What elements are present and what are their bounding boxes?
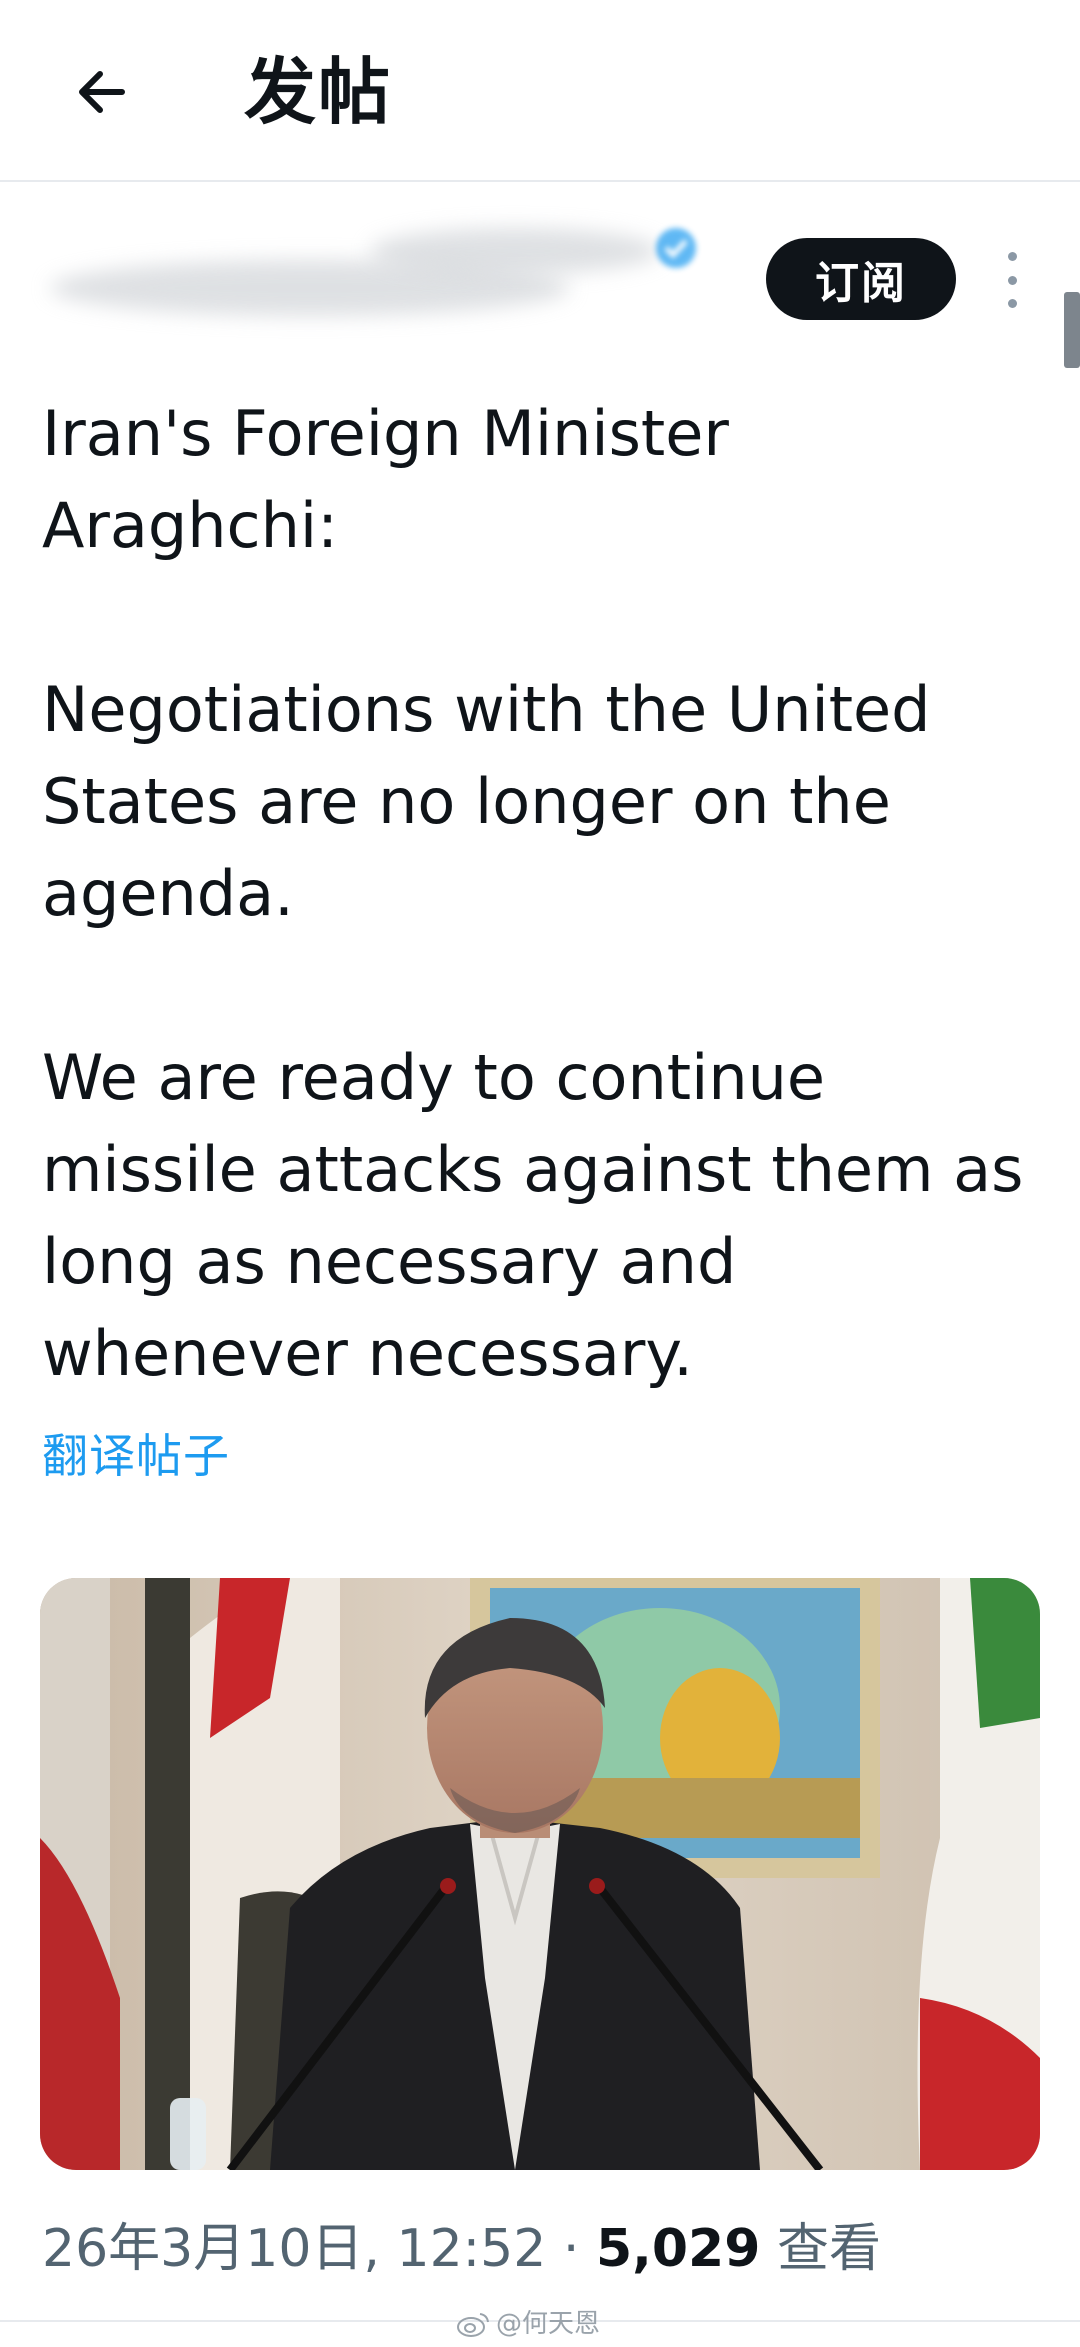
more-options-button[interactable] bbox=[988, 248, 1036, 312]
translate-post-link[interactable]: 翻译帖子 bbox=[42, 1424, 230, 1488]
more-dot bbox=[1007, 299, 1017, 308]
meta-separator: · bbox=[562, 2219, 580, 2279]
weibo-icon bbox=[457, 2313, 489, 2337]
post-meta: 26年3月10日, 12:52 · 5,029 查看 bbox=[42, 2214, 881, 2284]
post-paragraph: Negotiations with the United States are … bbox=[42, 673, 931, 930]
more-dot bbox=[1007, 275, 1017, 285]
view-count[interactable]: 5,029 bbox=[596, 2219, 760, 2279]
post-image[interactable] bbox=[40, 1578, 1040, 2170]
photo-press-conference bbox=[40, 1578, 1040, 2170]
author-name-redacted[interactable] bbox=[50, 220, 690, 330]
more-vertical-icon bbox=[1007, 252, 1017, 261]
watermark-text: @何天恩 bbox=[496, 2309, 601, 2339]
post-text: Iran's Foreign Minister Araghchi: Negoti… bbox=[42, 388, 1032, 1400]
back-button[interactable] bbox=[54, 44, 150, 140]
post-paragraph: We are ready to continue missile attacks… bbox=[42, 1041, 1024, 1390]
subscribe-button[interactable]: 订阅 bbox=[766, 238, 956, 320]
scrollbar-thumb[interactable] bbox=[1064, 292, 1080, 368]
arrow-left-icon bbox=[79, 71, 125, 113]
post-paragraph: Iran's Foreign Minister Araghchi: bbox=[42, 397, 729, 562]
watermark: @何天恩 bbox=[456, 2306, 600, 2342]
view-label[interactable]: 查看 bbox=[777, 2219, 881, 2279]
verified-badge-icon bbox=[656, 228, 696, 268]
top-app-bar: 发帖 bbox=[0, 0, 1080, 182]
page-title: 发帖 bbox=[244, 50, 393, 134]
post-timestamp: 26年3月10日, 12:52 bbox=[42, 2219, 547, 2279]
